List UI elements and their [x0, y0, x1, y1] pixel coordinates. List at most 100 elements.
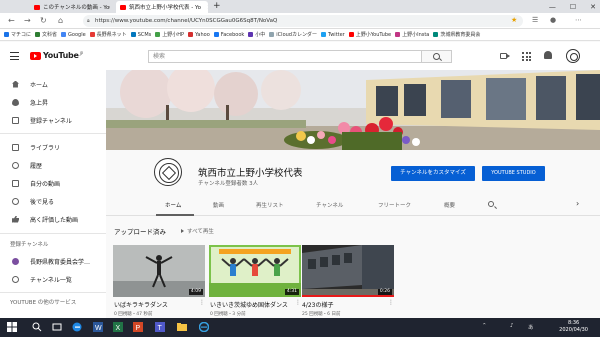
bookmark-item[interactable]: 小中	[248, 31, 265, 38]
bookmark-item[interactable]: Twitter	[320, 32, 345, 38]
bookmark-star-icon[interactable]: ★	[511, 16, 517, 24]
file-explorer-icon[interactable]	[177, 322, 187, 332]
video-menu-icon[interactable]: ⋮	[295, 299, 301, 306]
channel-search-icon[interactable]	[488, 201, 494, 207]
channel-name: 筑西市立上野小学校代表	[198, 168, 303, 179]
sidebar-item-watch-later[interactable]: 後で見る	[0, 194, 106, 208]
search-input[interactable]: 検索	[148, 50, 422, 63]
sidebar-item-home[interactable]: ホーム	[0, 77, 106, 91]
back-icon[interactable]: ←	[8, 16, 15, 25]
collections-icon[interactable]: ☰	[532, 16, 538, 24]
video-thumbnail[interactable]: 4:31	[209, 245, 301, 297]
bookmark-favicon-icon	[61, 32, 67, 37]
video-menu-icon[interactable]: ⋮	[199, 299, 205, 306]
bookmark-label: 小中	[255, 32, 266, 38]
windows-start-icon[interactable]	[7, 322, 17, 332]
bookmark-favicon-icon	[348, 32, 354, 37]
taskbar-clock[interactable]: 8:36 2020/04/30	[559, 320, 588, 334]
bookmark-item[interactable]: 文科省	[35, 31, 57, 38]
ime-icon[interactable]: あ	[528, 323, 534, 331]
video-menu-icon[interactable]: ⋮	[388, 299, 394, 306]
video-thumbnail[interactable]: 4:09	[113, 245, 205, 297]
chevron-right-icon[interactable]: ›	[576, 199, 579, 208]
url-field[interactable]: 🔒︎ https://www.youtube.com/channel/UCYn0…	[83, 15, 523, 27]
youtube-logo[interactable]: YouTube JP	[30, 51, 83, 60]
bookmark-label: 長野県ネット	[96, 32, 127, 38]
apps-grid-icon[interactable]	[522, 52, 531, 61]
bookmark-item[interactable]: Google	[61, 32, 86, 38]
bookmark-item[interactable]: Facebook	[213, 32, 244, 38]
search-button[interactable]	[422, 50, 452, 63]
uploads-heading: アップロード済み	[114, 228, 166, 236]
sidebar-item-label: 後で見る	[30, 198, 55, 206]
play-all-button[interactable]: すべて再生	[181, 227, 214, 235]
account-avatar[interactable]	[566, 49, 580, 63]
bookmark-label: Yahoo	[195, 31, 210, 38]
create-video-icon[interactable]	[500, 53, 510, 59]
sidebar-item-trending[interactable]: 急上昇	[0, 95, 106, 109]
svg-text:P: P	[136, 325, 141, 332]
tab-title: 筑西市立上野小学校代表 - Yo	[129, 5, 201, 11]
tab-channels[interactable]: チャンネル	[316, 201, 343, 209]
word-icon[interactable]: W	[93, 322, 103, 332]
bookmark-item[interactable]: Yahoo	[188, 32, 210, 38]
sidebar-item-history[interactable]: 履歴	[0, 158, 106, 172]
sidebar-item-browse-channels[interactable]: チャンネル一覧	[0, 272, 106, 286]
bookmark-favicon-icon	[395, 32, 401, 37]
tab-about[interactable]: 概要	[444, 201, 455, 209]
home-icon[interactable]: ⌂	[58, 16, 63, 25]
lock-icon: 🔒︎	[87, 18, 90, 24]
video-title[interactable]: いきいき茨城ゆめ国体ダンス	[210, 300, 288, 309]
internet-explorer-icon[interactable]	[199, 322, 209, 332]
bookmark-item[interactable]: 上野小YouTube	[348, 31, 391, 38]
close-window-button[interactable]: ✕	[590, 3, 596, 11]
bookmark-item[interactable]: 上野小HP	[155, 31, 184, 38]
sidebar-item-label: ライブラリ	[30, 144, 61, 152]
bookmark-item[interactable]: 茨城県教育委員会	[433, 31, 480, 38]
tab-playlists[interactable]: 再生リスト	[256, 201, 284, 209]
bookmark-item[interactable]: 長野県ネット	[89, 31, 127, 38]
customize-channel-button[interactable]: チャンネルをカスタマイズ	[391, 166, 475, 181]
close-tab-icon[interactable]: ×	[207, 4, 208, 11]
sidebar-item-subscriptions[interactable]: 登録チャンネル	[0, 113, 106, 127]
video-thumbnail[interactable]: 0:26	[302, 245, 394, 297]
bookmark-item[interactable]: マチコに	[4, 31, 31, 38]
bookmark-item[interactable]: 上野小Insta	[395, 31, 429, 38]
excel-icon[interactable]: X	[113, 322, 123, 332]
video-title[interactable]: いばキラキラダンス	[114, 300, 168, 309]
teams-icon[interactable]: T	[155, 322, 165, 332]
url-text: https://www.youtube.com/channel/UCYn0SCG…	[95, 18, 278, 24]
minimize-button[interactable]: —	[549, 3, 556, 11]
sidebar-subscription-channel[interactable]: 長野県教育委員会学…	[0, 254, 106, 268]
search-icon[interactable]	[32, 322, 42, 332]
school-garden-photo	[106, 70, 600, 150]
profile-icon[interactable]: ●	[550, 16, 556, 24]
forward-icon[interactable]: →	[24, 16, 31, 25]
video-title[interactable]: 4/23の様子	[302, 300, 333, 309]
browser-tab-active[interactable]: 筑西市立上野小学校代表 - Yo ×	[116, 1, 208, 13]
powerpoint-icon[interactable]: P	[133, 322, 143, 332]
tab-free-talk[interactable]: フリートーク	[378, 201, 411, 209]
volume-icon[interactable]: ♪	[510, 323, 514, 329]
browser-tab[interactable]: このチャンネルの動画 - YouTub ×	[30, 1, 110, 13]
maximize-button[interactable]: ☐	[570, 3, 576, 11]
more-menu-icon[interactable]: ⋯	[575, 16, 582, 24]
notifications-bell-icon[interactable]	[544, 51, 552, 59]
hamburger-menu-icon[interactable]	[10, 52, 19, 60]
sidebar-item-library[interactable]: ライブラリ	[0, 140, 106, 154]
bookmark-item[interactable]: iCloudカレンダー	[269, 31, 317, 38]
edge-browser-icon[interactable]	[72, 322, 82, 332]
sidebar-item-liked-videos[interactable]: 高く評価した動画	[0, 212, 106, 226]
tab-videos[interactable]: 動画	[213, 201, 224, 209]
task-view-icon[interactable]	[52, 322, 62, 332]
new-tab-button[interactable]: +	[213, 1, 221, 12]
bookmark-item[interactable]: SCMs	[130, 32, 151, 38]
reload-icon[interactable]: ↻	[40, 16, 47, 25]
bookmark-favicon-icon	[213, 32, 219, 37]
video-duration: 4:31	[284, 289, 299, 295]
youtube-studio-button[interactable]: YOUTUBE STUDIO	[482, 166, 545, 181]
network-icon[interactable]: ⌃	[482, 323, 487, 329]
sidebar-item-my-videos[interactable]: 自分の動画	[0, 176, 106, 190]
tab-home[interactable]: ホーム	[165, 201, 181, 209]
youtube-logo-text: YouTube	[43, 51, 79, 60]
